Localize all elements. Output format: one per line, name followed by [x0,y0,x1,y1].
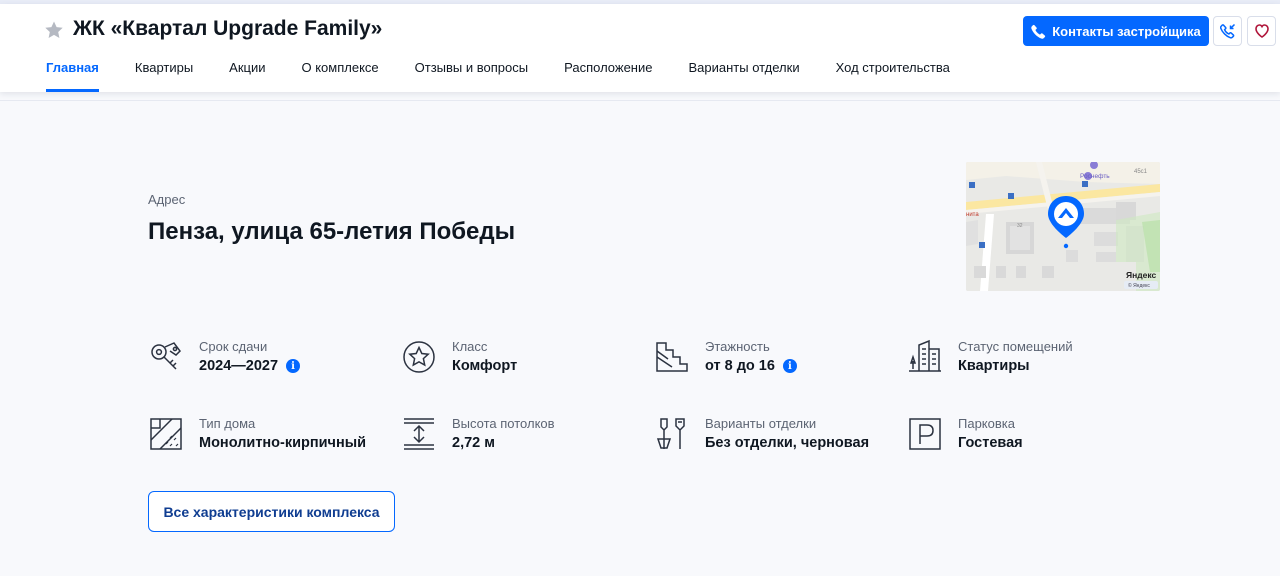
tab-reviews[interactable]: Отзывы и вопросы [415,58,528,92]
contacts-developer-button[interactable]: Контакты застройщика [1023,16,1209,46]
address-label: Адрес [148,192,186,207]
call-button[interactable] [1213,16,1242,46]
main-nav: Главная Квартиры Акции О комплексе Отзыв… [46,58,950,92]
feature-label: Этажность [705,339,770,354]
feature-value-text: Комфорт [452,358,518,374]
feature-label: Тип дома [199,416,256,431]
feature-value-text: Без отделки, черновая [705,435,870,451]
wall-icon [150,418,182,450]
feature-label: Варианты отделки [705,416,817,431]
map-poi-label: Роснефть [1080,173,1110,180]
stairs-icon [656,342,688,372]
feature-label: Класс [452,339,488,354]
feature-value: 2,72 м [452,435,495,451]
phone-incoming-icon [1219,23,1235,39]
tab-construction[interactable]: Ход строительства [836,58,950,92]
feature-premises-status: Статус помещений Квартиры [907,339,1147,383]
map-brand-small: © Яндекс [1128,282,1150,289]
tab-promotions[interactable]: Акции [229,58,265,92]
contacts-developer-label: Контакты застройщика [1052,23,1201,39]
heart-icon [1254,24,1269,38]
star-icon[interactable] [44,20,64,40]
map-building-number: 32 [1017,223,1023,229]
feature-value-text: Монолитно-кирпичный [199,435,367,451]
ceiling-height-icon [404,418,434,450]
feature-value-text: 2,72 м [452,435,495,451]
tab-apartments[interactable]: Квартиры [135,58,193,92]
tab-main[interactable]: Главная [46,58,99,92]
info-icon[interactable]: i [782,359,797,373]
feature-value: Комфорт [452,358,517,374]
feature-value: 2024—2027 i [199,358,301,374]
feature-deadline: Срок сдачи 2024—2027 i [148,339,388,383]
header: ЖК «Квартал Upgrade Family» Контакты зас… [0,4,1280,92]
feature-value: Квартиры [958,358,1030,374]
parking-icon [909,418,941,450]
tab-about[interactable]: О комплексе [302,58,379,92]
feature-label: Статус помещений [958,339,1073,354]
feature-value-text: Квартиры [958,358,1030,374]
star-circle-icon [403,341,435,373]
buildings-icon [909,339,941,372]
page-title: ЖК «Квартал Upgrade Family» [73,17,383,40]
feature-label: Высота потолков [452,416,555,431]
map-brand: Яндекс [1126,270,1157,280]
divider [0,100,1280,101]
feature-house-type: Тип дома Монолитно-кирпичный [148,416,388,460]
map-house-number: 45с1 [1134,169,1148,175]
feature-label: Парковка [958,416,1015,431]
address-value: Пенза, улица 65-летия Победы [148,218,516,245]
feature-finishing: Варианты отделки Без отделки, черновая [654,416,894,460]
feature-value: Без отделки, черновая [705,435,869,451]
info-icon[interactable]: i [286,359,301,373]
tools-icon [656,418,685,449]
favorite-button[interactable] [1247,16,1276,46]
feature-value: Гостевая [958,435,1023,451]
feature-value: от 8 до 16 i [705,358,797,374]
feature-value: Монолитно-кирпичный [199,435,366,451]
feature-value-text: от 8 до 16 [705,358,775,374]
phone-icon [1031,24,1046,39]
tab-location[interactable]: Расположение [564,58,652,92]
feature-parking: Парковка Гостевая [907,416,1147,460]
feature-label: Срок сдачи [199,339,268,354]
map-canvas: Роснефть 45с1 нита 32 Яндекс © Яндекс [966,162,1160,291]
location-map[interactable]: Роснефть 45с1 нита 32 Яндекс © Яндекс [966,162,1160,291]
feature-floors: Этажность от 8 до 16 i [654,339,894,383]
feature-ceiling-height: Высота потолков 2,72 м [401,416,641,460]
feature-value-text: Гостевая [958,435,1023,451]
all-characteristics-button[interactable]: Все характеристики комплекса [148,491,395,532]
feature-class: Класс Комфорт [401,339,641,383]
map-area-label: нита [966,212,979,218]
keys-icon [151,342,181,370]
tab-finishing[interactable]: Варианты отделки [688,58,799,92]
feature-value-text: 2024—2027 [199,358,279,374]
